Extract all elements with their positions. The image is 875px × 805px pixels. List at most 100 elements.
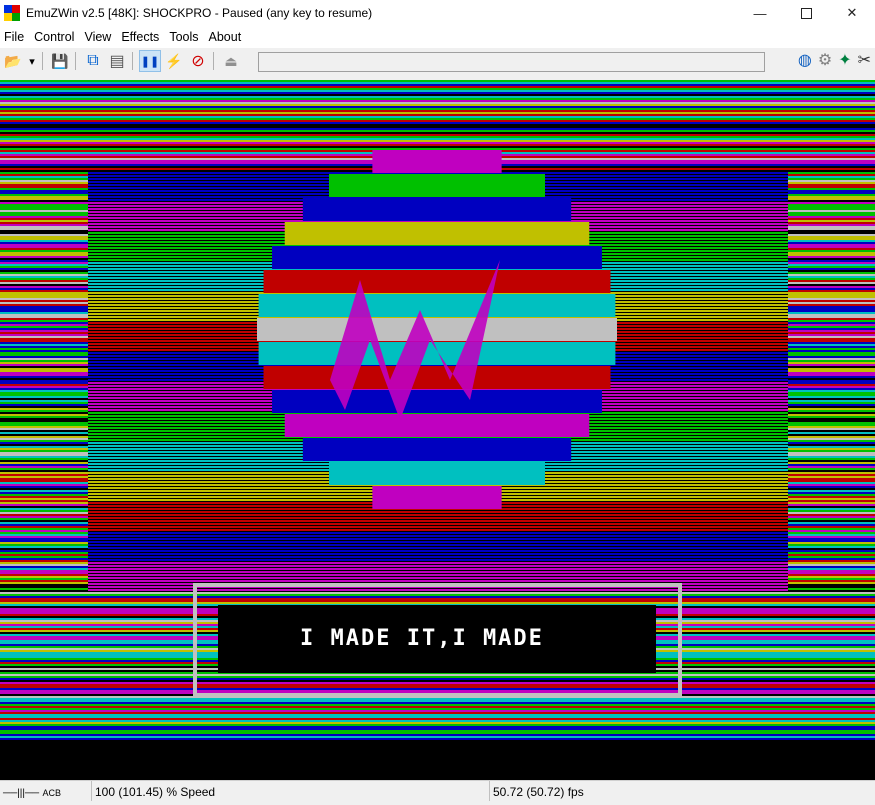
border-stripe [0, 142, 875, 144]
minimize-button[interactable]: — [737, 0, 783, 26]
paper-gap [88, 513, 788, 514]
menu-effects[interactable]: Effects [117, 26, 165, 48]
emulator-screen[interactable]: I MADE IT,I MADE [0, 80, 875, 780]
border-stripe [0, 88, 875, 90]
paper-gap [88, 522, 788, 523]
border-stripe [0, 592, 875, 594]
border-stripe [0, 680, 875, 682]
logo-band [263, 270, 611, 293]
close-icon: ✕ [846, 5, 858, 20]
bottom-border [0, 740, 875, 780]
menu-file[interactable]: File [0, 26, 30, 48]
paper-line [88, 520, 788, 522]
border-stripe [0, 130, 875, 132]
tape-status-cell: ──|||── ACB [0, 781, 92, 801]
border-stripe [0, 110, 875, 112]
paper-line [88, 529, 788, 531]
border-stripe [0, 118, 875, 120]
logo-band [263, 366, 611, 389]
border-stripe [0, 100, 875, 102]
border-stripe [0, 126, 875, 128]
save-disk-icon[interactable]: 💾 [49, 50, 71, 72]
border-stripe [0, 132, 875, 134]
play-tape-icon[interactable]: ⏏ [220, 50, 242, 72]
border-stripe [0, 704, 875, 706]
border-stripe [0, 120, 875, 122]
maximize-icon [800, 7, 812, 19]
border-stripe [0, 144, 875, 146]
border-stripe [0, 722, 875, 724]
border-stripe [0, 94, 875, 96]
border-stripe [0, 718, 875, 720]
paper-line [88, 577, 788, 579]
status-bar: ──|||── ACB 100 (101.45) % Speed 50.72 (… [0, 780, 875, 801]
paper-gap [88, 558, 788, 559]
tape-icon[interactable]: ▤ [106, 50, 128, 72]
border-stripe [0, 96, 875, 98]
paper-line [88, 511, 788, 513]
paper-gap [88, 525, 788, 526]
border-stripe [0, 736, 875, 738]
border-stripe [0, 98, 875, 100]
compass-icon[interactable]: ✦ [838, 50, 851, 70]
paper-line [88, 580, 788, 582]
border-stripe [0, 600, 875, 602]
maximize-button[interactable] [783, 0, 829, 26]
settings-gear-icon[interactable]: ⚙ [818, 50, 832, 70]
turbo-lightning-icon[interactable]: ⚡ [163, 50, 185, 72]
paper-gap [88, 546, 788, 547]
border-stripe [0, 686, 875, 688]
border-stripe [0, 702, 875, 704]
command-input[interactable] [258, 52, 765, 72]
toolbar-right-group: ◍ ⚙ ✦ ✂ [798, 50, 871, 70]
border-stripe [0, 92, 875, 94]
paper-gap [88, 582, 788, 583]
pause-icon[interactable]: ❚❚ [139, 50, 161, 72]
border-stripe [0, 104, 875, 106]
tools-icon[interactable]: ✂ [858, 50, 871, 70]
paper-gap [88, 534, 788, 535]
border-stripe [0, 688, 875, 690]
app-icon [4, 5, 20, 21]
logo-band [258, 342, 616, 365]
snapshot-icon[interactable]: ⧉ [82, 50, 104, 72]
border-stripe [0, 112, 875, 114]
globe-icon[interactable]: ◍ [798, 50, 812, 70]
toolbar-separator [42, 52, 43, 70]
paper-gap [88, 537, 788, 538]
border-stripe [0, 726, 875, 728]
logo-graphic [257, 150, 617, 509]
border-stripe [0, 116, 875, 118]
toolbar-separator [213, 52, 214, 70]
border-stripe [0, 738, 875, 740]
border-stripe [0, 138, 875, 140]
border-stripe [0, 122, 875, 124]
menu-control[interactable]: Control [30, 26, 80, 48]
menu-view[interactable]: View [80, 26, 117, 48]
border-stripe [0, 698, 875, 700]
border-stripe [0, 678, 875, 680]
border-stripe [0, 676, 875, 678]
border-stripe [0, 108, 875, 110]
menu-tools[interactable]: Tools [165, 26, 204, 48]
paper-gap [88, 561, 788, 562]
border-stripe [0, 128, 875, 130]
open-folder-icon[interactable]: 📂 [2, 50, 24, 72]
paper-gap [88, 564, 788, 565]
dropdown-arrow-icon[interactable]: ▾ [26, 50, 38, 72]
menu-about[interactable]: About [205, 26, 248, 48]
no-effects-icon[interactable]: ⊘ [187, 50, 209, 72]
paper-gap [88, 516, 788, 517]
border-stripe [0, 728, 875, 730]
border-stripe [0, 602, 875, 604]
window-title: EmuZWin v2.5 [48K]: SHOCKPRO - Paused (a… [26, 6, 373, 20]
banner-text: I MADE IT,I MADE [300, 626, 544, 651]
border-stripe [0, 732, 875, 734]
paper-gap [88, 567, 788, 568]
border-stripe [0, 136, 875, 138]
border-stripe [0, 682, 875, 684]
close-button[interactable]: ✕ [829, 0, 875, 26]
speed-status: 100 (101.45) % Speed [92, 781, 490, 801]
paper-line [88, 538, 788, 540]
paper-line [88, 571, 788, 573]
